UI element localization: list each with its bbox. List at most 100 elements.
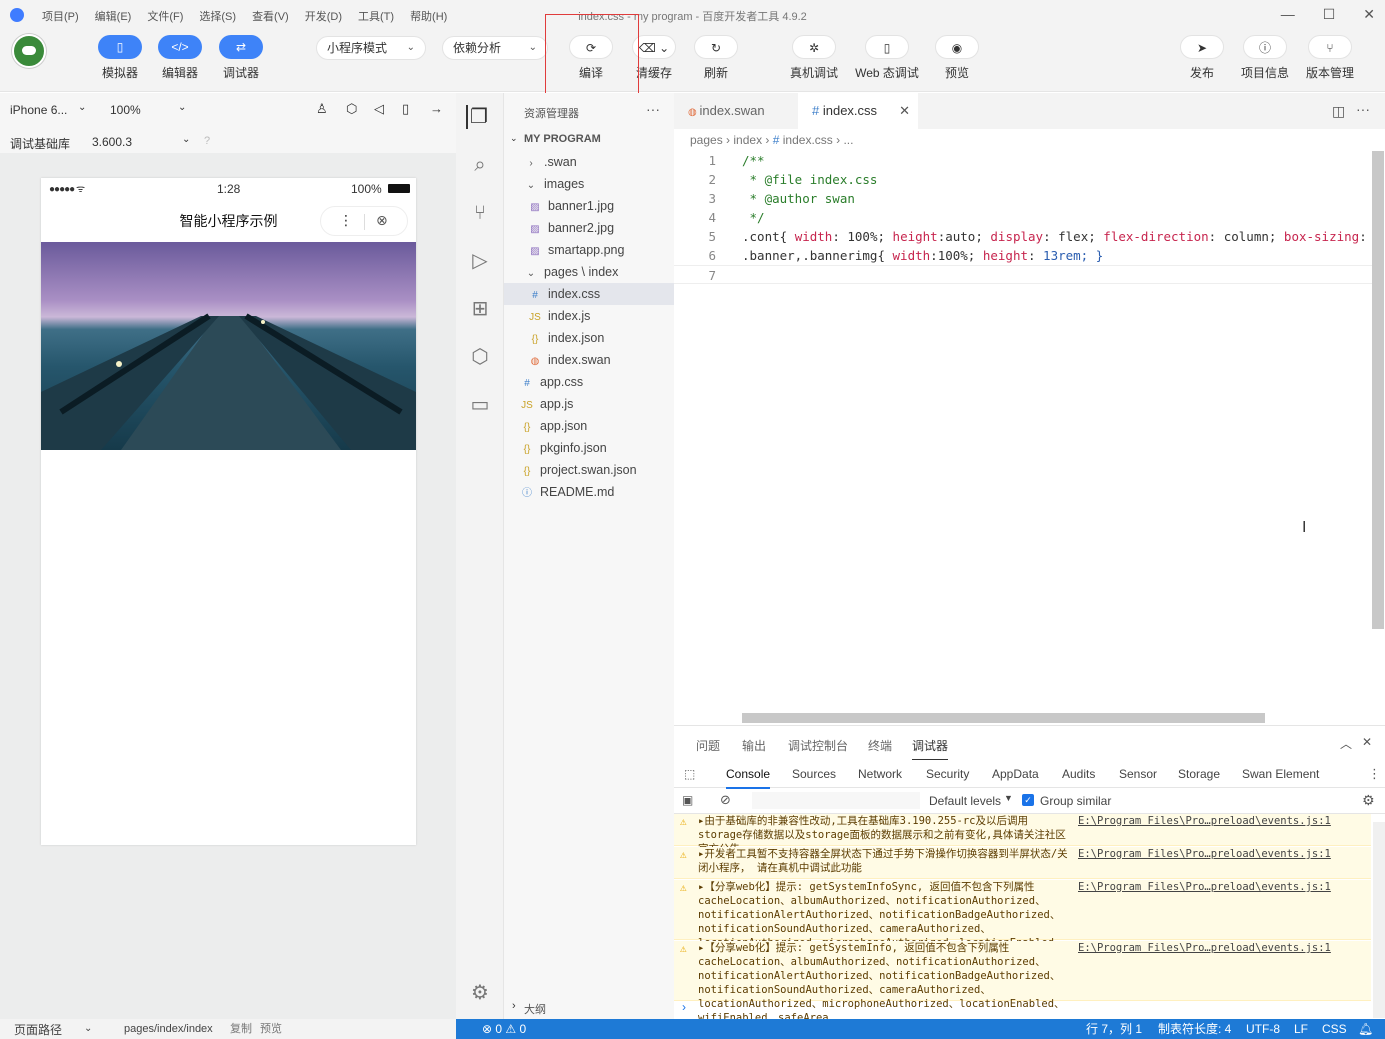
publish-button[interactable]: ➤ 发布 [1172,35,1232,81]
close-icon[interactable]: ✕ [1363,6,1375,23]
source-control-icon[interactable]: ⑂ [468,201,492,225]
refresh-button[interactable]: ↻ 刷新 [686,35,746,81]
more-icon[interactable]: ⋮ [339,212,353,229]
tab-size[interactable]: 制表符长度: 4 [1158,1019,1231,1039]
group-similar-checkbox[interactable]: ✓ [1022,794,1034,806]
base-lib-select[interactable]: 3.600.3 [92,135,132,149]
close-icon[interactable]: ✕ [899,93,910,129]
deps-select[interactable]: 依赖分析 ⌄ [442,36,548,60]
tab-index-css[interactable]: # index.css ✕ [798,93,918,129]
file-tree-item[interactable]: {} pkginfo.json [504,437,674,459]
breadcrumb-item[interactable]: index.css [783,133,833,147]
devtools-tab[interactable]: Audits [1062,767,1095,781]
log-levels-select[interactable]: Default levels [929,794,1001,808]
panel-tab[interactable]: 调试控制台 [788,737,848,754]
file-tree-item[interactable]: ⓘ README.md [504,481,674,503]
file-tree-item[interactable]: ⌄ images [504,173,674,195]
more-icon[interactable]: ··· [1356,101,1370,117]
devtools-tab[interactable]: Network [858,767,902,781]
real-debug-button[interactable]: ✲ 真机调试 [784,35,844,81]
cursor-position[interactable]: 行 7，列 1 [1086,1019,1142,1039]
code-line[interactable]: 3 * @author swan [674,189,1372,208]
file-tree-item[interactable]: JS index.js [504,305,674,327]
panel-tab[interactable]: 输出 [742,737,766,754]
run-debug-icon[interactable]: ▷ [468,249,492,273]
console-warning[interactable]: ⚠ ▸开发者工具暂不支持容器全屏状态下通过手势下滑操作切换容器到半屏状态/关闭小程… [674,847,1371,879]
file-tree-item[interactable]: ▨ banner1.jpg [504,195,674,217]
chevron-down-icon[interactable]: ⌄ [182,134,190,145]
minimize-icon[interactable]: — [1281,6,1295,23]
cube-icon[interactable]: ⬡ [346,101,357,117]
maximize-icon[interactable]: ☐ [1323,6,1336,23]
debugger-button[interactable]: ⇄ 调试器 [211,35,271,81]
code-line[interactable]: 5 .cont{ width: 100%; height:auto; displa… [674,227,1372,246]
panel-tab[interactable]: 调试器 [912,737,949,760]
close-circle-icon[interactable]: ⊗ [376,212,388,229]
console-warning[interactable]: ⚠ ▸【分享web化】提示: getSystemInfo, 返回值不包含下列属性 … [674,941,1371,1024]
file-tree-item[interactable]: ⌄ pages \ index [504,261,674,283]
zoom-select[interactable]: 100% [110,103,141,117]
vertical-scrollbar[interactable] [1372,151,1384,629]
project-info-button[interactable]: ⓘ 项目信息 [1235,35,1295,81]
source-link[interactable]: E:\Program Files\Pro…preload\events.js:1 [1078,880,1331,894]
devtools-tab[interactable]: Storage [1178,767,1220,781]
devtools-tab[interactable]: AppData [992,767,1039,781]
code-area[interactable]: 1/** 2 * @file index.css 3 * @author swan 4… [674,151,1374,551]
devtools-tab[interactable]: Sources [792,767,836,781]
arrow-right-icon[interactable]: → [430,101,443,116]
console-warning[interactable]: ⚠ ▸由于基础库的非兼容性改动,工具在基础库3.190.255-rc及以后调用st… [674,814,1371,855]
files-icon[interactable]: ❐ [466,105,490,129]
version-button[interactable]: ⑂ 版本管理 [1300,35,1360,81]
project-root[interactable]: MY PROGRAM [524,133,601,145]
file-tree-item[interactable]: › .swan [504,151,674,173]
device-select[interactable]: iPhone 6... [10,103,67,117]
line-ending[interactable]: LF [1294,1019,1308,1039]
bell-icon[interactable]: 🔔︎ [1358,1019,1373,1039]
tab-index-swan[interactable]: ◍ index.swan [674,93,798,129]
chevron-down-icon[interactable]: ⌄ [510,133,518,144]
editor-button[interactable]: </> 编辑器 [150,35,210,81]
horizontal-scrollbar[interactable] [742,713,1265,723]
more-icon[interactable]: ··· [646,101,660,117]
breadcrumb-item[interactable]: index [733,133,762,147]
preview-link[interactable]: 预览 [260,1019,282,1039]
devtools-tab[interactable]: Security [926,767,969,781]
chevron-right-icon[interactable]: › [512,1000,516,1012]
file-tree-item[interactable]: {} project.swan.json [504,459,674,481]
problems-indicator[interactable]: ⊗ 0 ⚠ 0 [482,1019,526,1039]
code-line[interactable]: 1 /** [674,151,1372,170]
code-line[interactable]: 7 [674,265,1372,284]
console-filter-input[interactable] [752,792,920,809]
breadcrumb-item[interactable]: ... [843,133,853,147]
source-link[interactable]: E:\Program Files\Pro…preload\events.js:1 [1078,941,1331,955]
panel-tab[interactable]: 问题 [696,737,720,754]
source-link[interactable]: E:\Program Files\Pro…preload\events.js:1 [1078,814,1331,828]
user-icon[interactable]: ♙ [316,101,328,117]
avatar[interactable] [12,34,46,68]
clear-console-icon[interactable]: ⊘ [720,792,731,808]
rotate-icon[interactable]: ▯ [402,101,409,117]
copy-link[interactable]: 复制 [230,1019,252,1039]
devtools-tab[interactable]: Console [726,767,771,789]
console-scrollbar[interactable] [1373,822,1385,1018]
file-tree-item[interactable]: ▨ smartapp.png [504,239,674,261]
package-icon[interactable]: ⬡ [468,345,492,369]
encoding[interactable]: UTF-8 [1246,1019,1280,1039]
web-debug-button[interactable]: ▯ Web 态调试 [849,35,925,81]
close-icon[interactable]: ✕ [1362,735,1372,749]
file-tree-item[interactable]: ◍ index.swan [504,349,674,371]
file-tree-item[interactable]: {} app.json [504,415,674,437]
devtools-tab[interactable]: Swan Element [1242,767,1319,781]
code-line[interactable]: 2 * @file index.css [674,170,1372,189]
panel-tab[interactable]: 终端 [868,737,892,754]
sidebar-toggle-icon[interactable]: ▣ [682,793,693,807]
file-tree-item[interactable]: # index.css [504,283,674,305]
simulator-button[interactable]: ▯ 模拟器 [90,35,150,81]
outline-section[interactable]: 大纲 [524,1001,546,1017]
extensions-icon[interactable]: ⊞ [468,297,492,321]
settings-icon[interactable]: ⚙ [1362,792,1375,809]
split-editor-icon[interactable]: ◫ [1332,103,1345,120]
file-tree-item[interactable]: # app.css [504,371,674,393]
monitor-icon[interactable]: ▭ [468,393,492,417]
language-mode[interactable]: CSS [1322,1019,1347,1039]
